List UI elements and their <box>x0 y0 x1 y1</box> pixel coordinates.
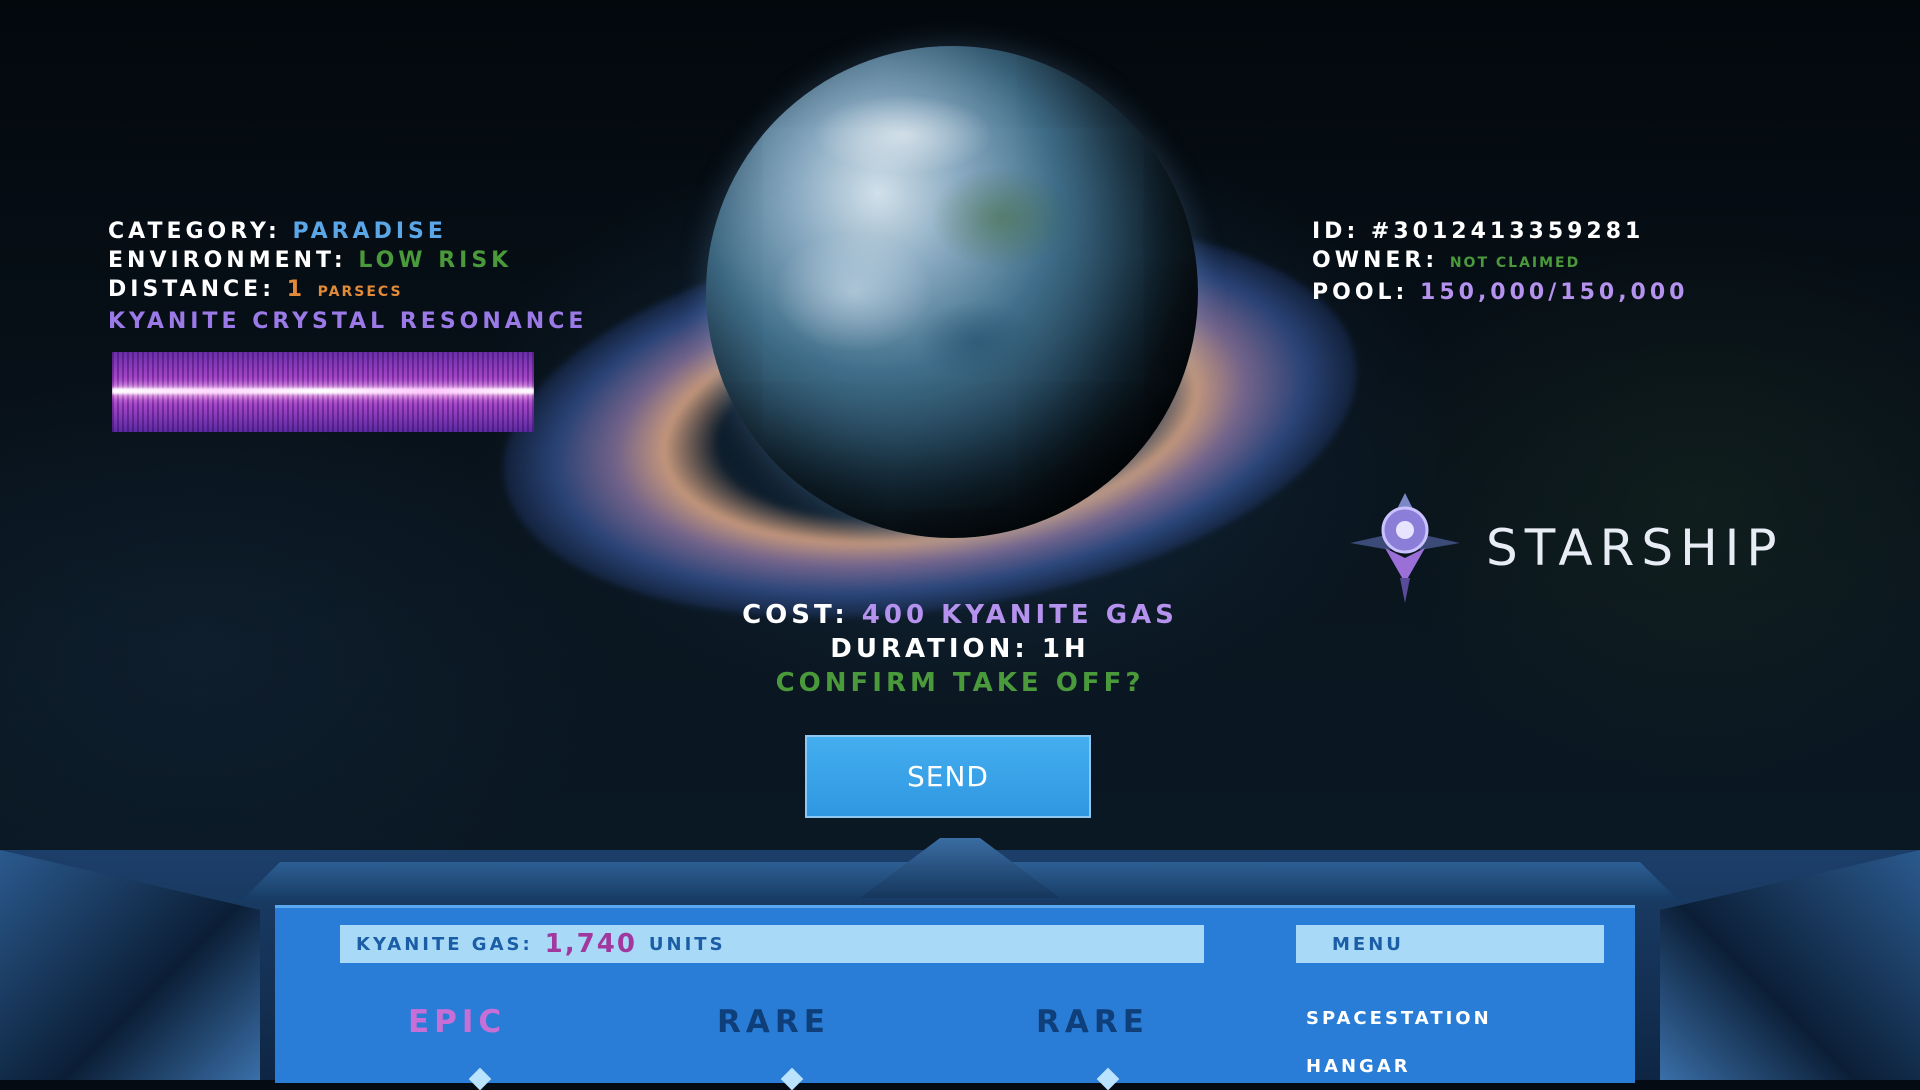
cost-value: 400 KYANITE GAS <box>861 600 1178 630</box>
duration-row: DURATION: 1H <box>660 632 1260 666</box>
planet-info-panel: CATEGORY: PARADISE ENVIRONMENT: LOW RISK… <box>108 217 587 336</box>
rarity-label-epic: EPIC <box>408 1004 507 1040</box>
environment-row: ENVIRONMENT: LOW RISK <box>108 246 587 275</box>
id-label: ID: <box>1312 219 1360 244</box>
menu-header[interactable]: MENU <box>1296 925 1604 963</box>
duration-value: 1H <box>1041 634 1090 664</box>
send-button[interactable]: SEND <box>805 735 1091 818</box>
id-row: ID: #3012413359281 <box>1312 217 1688 246</box>
owner-row: OWNER: NOT CLAIMED <box>1312 246 1688 278</box>
distance-row: DISTANCE: 1 PARSECS <box>108 275 587 307</box>
owner-value: NOT CLAIMED <box>1449 255 1581 271</box>
distance-unit: PARSECS <box>317 284 403 300</box>
category-value: PARADISE <box>292 219 447 244</box>
confirm-text: CONFIRM TAKE OFF? <box>775 668 1145 698</box>
id-value: #3012413359281 <box>1370 219 1645 244</box>
cost-label: COST: <box>742 600 849 630</box>
category-row: CATEGORY: PARADISE <box>108 217 587 246</box>
menu-label: MENU <box>1332 933 1404 955</box>
starship-emblem-icon <box>1350 493 1460 603</box>
ownership-panel: ID: #3012413359281 OWNER: NOT CLAIMED PO… <box>1312 217 1688 307</box>
category-label: CATEGORY: <box>108 219 281 244</box>
duration-label: DURATION: <box>830 634 1029 664</box>
pool-row: POOL: 150,000/150,000 <box>1312 278 1688 307</box>
launch-summary: COST: 400 KYANITE GAS DURATION: 1H CONFI… <box>660 598 1260 700</box>
gas-amount: 1,740 <box>544 929 637 959</box>
planet <box>706 46 1198 538</box>
menu-item-spacestation[interactable]: SPACESTATION <box>1306 1008 1492 1029</box>
gas-label: KYANITE GAS: <box>356 933 533 955</box>
rarity-label-rare: RARE <box>717 1004 830 1040</box>
environment-label: ENVIRONMENT: <box>108 248 347 273</box>
menu-item-hangar[interactable]: HANGAR <box>1306 1056 1411 1077</box>
resonance-label: KYANITE CRYSTAL RESONANCE <box>108 309 588 334</box>
cost-row: COST: 400 KYANITE GAS <box>660 598 1260 632</box>
starship-badge: STARSHIP <box>1340 488 1784 608</box>
environment-value: LOW RISK <box>358 248 513 273</box>
resonance-waveform <box>112 352 534 432</box>
ship-name: STARSHIP <box>1486 519 1784 577</box>
distance-value: 1 <box>286 277 306 302</box>
owner-label: OWNER: <box>1312 248 1439 273</box>
pool-label: POOL: <box>1312 280 1409 305</box>
rarity-label-rare: RARE <box>1036 1004 1149 1040</box>
gas-unit: UNITS <box>648 933 726 955</box>
pool-value: 150,000/150,000 <box>1420 280 1689 305</box>
distance-label: DISTANCE: <box>108 277 276 302</box>
kyanite-gas-bar: KYANITE GAS: 1,740 UNITS <box>340 925 1204 963</box>
